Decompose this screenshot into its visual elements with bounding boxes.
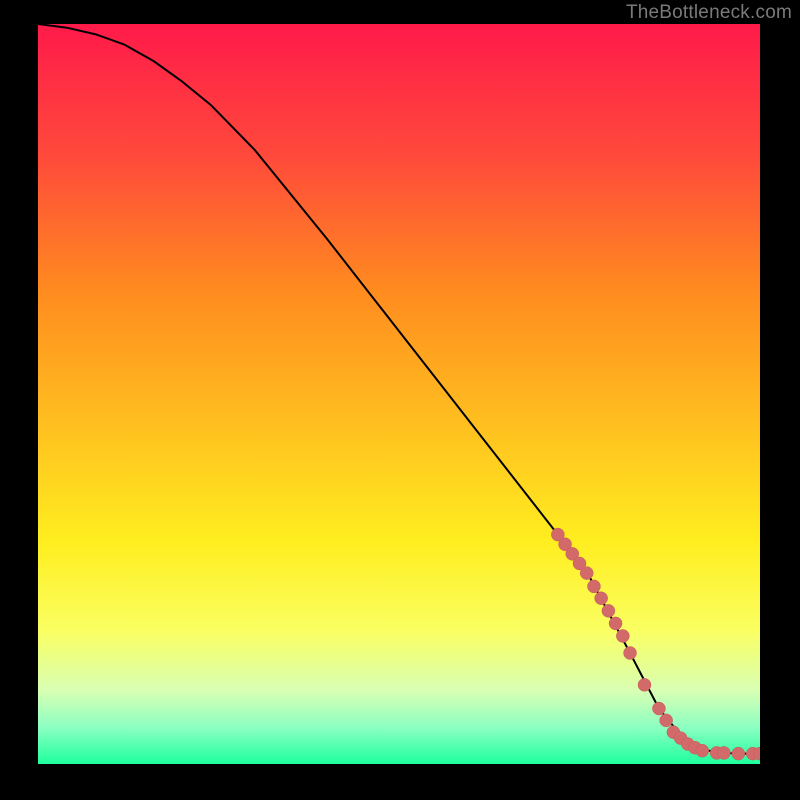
gradient-background	[38, 24, 760, 764]
data-point-dot	[638, 678, 651, 691]
data-point-dot	[717, 746, 730, 759]
plot-area	[38, 24, 760, 764]
plot-svg	[38, 24, 760, 764]
data-point-dot	[595, 592, 608, 605]
data-point-dot	[652, 702, 665, 715]
data-point-dot	[732, 747, 745, 760]
chart-stage: TheBottleneck.com	[0, 0, 800, 800]
data-point-dot	[696, 744, 709, 757]
data-point-dot	[602, 604, 615, 617]
data-point-dot	[587, 580, 600, 593]
data-point-dot	[624, 647, 637, 660]
data-point-dot	[609, 617, 622, 630]
watermark-text: TheBottleneck.com	[626, 2, 792, 24]
data-point-dot	[580, 567, 593, 580]
data-point-dot	[660, 714, 673, 727]
data-point-dot	[616, 629, 629, 642]
